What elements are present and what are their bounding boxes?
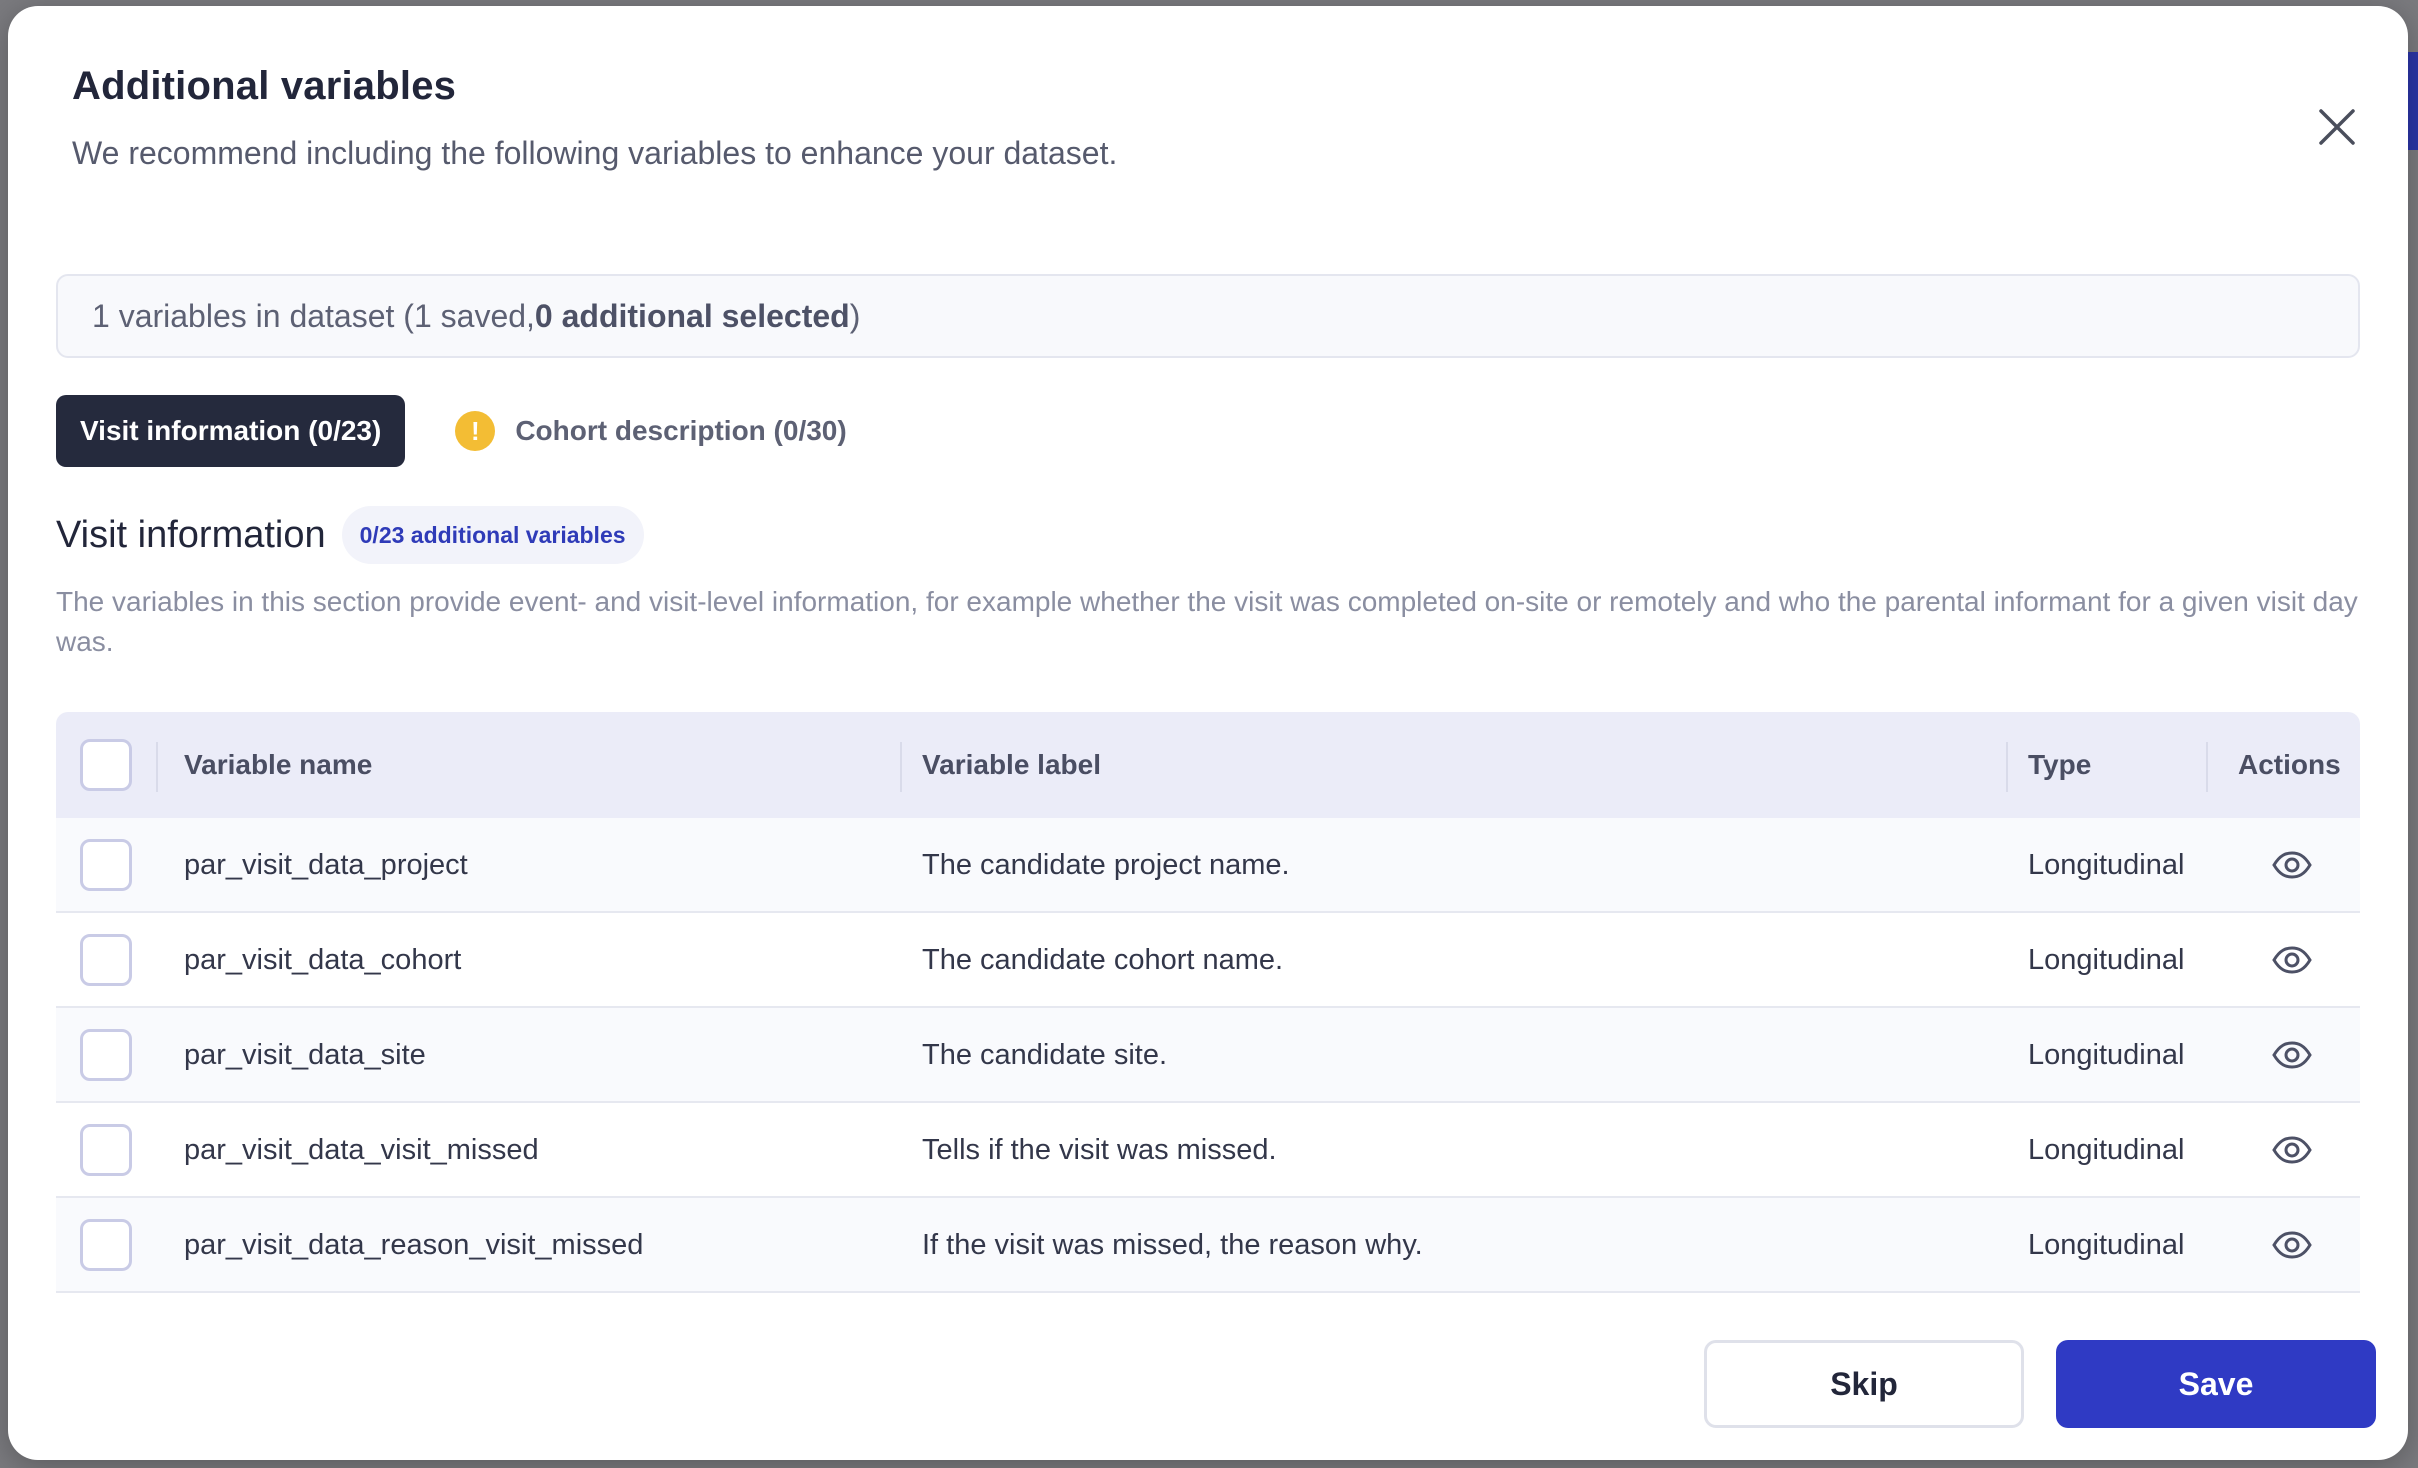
variable-type: Longitudinal xyxy=(2028,1038,2185,1071)
dataset-summary: 1 variables in dataset (1 saved, 0 addit… xyxy=(56,274,2360,358)
modal-header: Additional variables We recommend includ… xyxy=(72,64,1172,179)
section-tabs: Visit information (0/23) ! Cohort descri… xyxy=(56,395,847,467)
additional-variables-modal: Additional variables We recommend includ… xyxy=(8,6,2408,1460)
summary-suffix: ) xyxy=(849,297,861,334)
view-variable-button[interactable] xyxy=(2262,1198,2322,1292)
modal-subtitle: We recommend including the following var… xyxy=(72,135,1118,171)
row-checkbox[interactable] xyxy=(80,839,132,891)
header-type[interactable]: Type xyxy=(2028,712,2091,818)
table-row: par_visit_data_reason_visit_missed If th… xyxy=(56,1198,2360,1293)
close-icon xyxy=(2319,109,2355,145)
column-divider xyxy=(2206,742,2208,792)
table-row: par_visit_data_cohort The candidate coho… xyxy=(56,913,2360,1008)
variable-type: Longitudinal xyxy=(2028,1133,2185,1166)
view-variable-button[interactable] xyxy=(2262,818,2322,912)
eye-icon xyxy=(2272,1041,2312,1069)
variable-name: par_visit_data_visit_missed xyxy=(184,1133,539,1166)
eye-icon xyxy=(2272,1136,2312,1164)
row-checkbox[interactable] xyxy=(80,1029,132,1081)
header-variable-label[interactable]: Variable label xyxy=(922,712,1101,818)
header-variable-name[interactable]: Variable name xyxy=(184,712,372,818)
variable-label: Tells if the visit was missed. xyxy=(922,1133,1277,1166)
section-title: Visit information xyxy=(56,513,326,556)
column-divider xyxy=(156,742,158,792)
variable-type: Longitudinal xyxy=(2028,1228,2185,1261)
eye-icon xyxy=(2272,1231,2312,1259)
tab-visit-information[interactable]: Visit information (0/23) xyxy=(56,395,406,467)
modal-title: Additional variables xyxy=(72,64,457,108)
skip-button[interactable]: Skip xyxy=(1704,1340,2024,1428)
additional-variables-badge: 0/23 additional variables xyxy=(341,506,644,564)
save-button[interactable]: Save xyxy=(2056,1340,2376,1428)
variable-type: Longitudinal xyxy=(2028,943,2185,976)
column-divider xyxy=(2006,742,2008,792)
variable-label: The candidate project name. xyxy=(922,848,1290,881)
table-row: par_visit_data_project The candidate pro… xyxy=(56,818,2360,913)
variables-table: Variable name Variable label Type Action… xyxy=(56,712,2360,1293)
close-button[interactable] xyxy=(2310,100,2364,154)
row-checkbox[interactable] xyxy=(80,1124,132,1176)
variable-label: The candidate cohort name. xyxy=(922,943,1284,976)
section-description: The variables in this section provide ev… xyxy=(56,586,2358,657)
summary-prefix: 1 variables in dataset (1 saved, xyxy=(92,297,535,334)
tab-cohort-description-label: Cohort description (0/30) xyxy=(515,415,847,446)
select-all-checkbox[interactable] xyxy=(80,739,132,791)
variable-label: If the visit was missed, the reason why. xyxy=(922,1228,1423,1261)
table-row: par_visit_data_site The candidate site. … xyxy=(56,1008,2360,1103)
variable-name: par_visit_data_project xyxy=(184,848,468,881)
variable-name: par_visit_data_cohort xyxy=(184,943,462,976)
variable-name: par_visit_data_site xyxy=(184,1038,426,1071)
eye-icon xyxy=(2272,946,2312,974)
view-variable-button[interactable] xyxy=(2262,1008,2322,1102)
row-checkbox[interactable] xyxy=(80,1219,132,1271)
table-row: par_visit_data_visit_missed Tells if the… xyxy=(56,1103,2360,1198)
variable-name: par_visit_data_reason_visit_missed xyxy=(184,1228,644,1261)
variable-type: Longitudinal xyxy=(2028,848,2185,881)
warning-icon: ! xyxy=(455,411,496,451)
table-header: Variable name Variable label Type Action… xyxy=(56,712,2360,818)
variable-label: The candidate site. xyxy=(922,1038,1168,1071)
tab-cohort-description[interactable]: ! Cohort description (0/30) xyxy=(455,395,847,467)
row-checkbox[interactable] xyxy=(80,934,132,986)
section-header: Visit information 0/23 additional variab… xyxy=(56,506,644,564)
column-divider xyxy=(900,742,902,792)
view-variable-button[interactable] xyxy=(2262,913,2322,1007)
header-actions: Actions xyxy=(2238,749,2341,780)
view-variable-button[interactable] xyxy=(2262,1103,2322,1197)
eye-icon xyxy=(2272,851,2312,879)
summary-selected-count: 0 additional selected xyxy=(534,297,850,334)
